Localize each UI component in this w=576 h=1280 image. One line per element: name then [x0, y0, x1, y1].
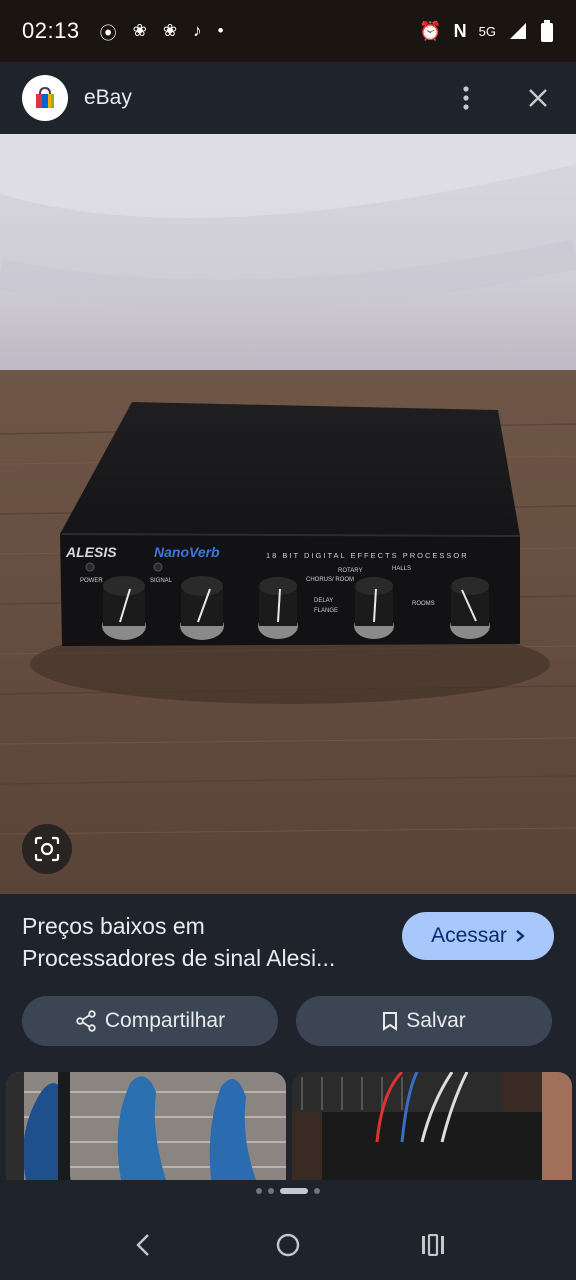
pinwheel-icon: ❀ — [162, 21, 178, 40]
notification-icons: ⦿ ❀ ❀ ♪ • — [100, 19, 224, 44]
app-header: eBay — [0, 62, 576, 134]
more-options-icon[interactable] — [450, 82, 482, 114]
bookmark-icon — [383, 1012, 398, 1031]
dot-icon: • — [217, 21, 224, 40]
battery-icon — [541, 20, 553, 42]
related-images — [0, 1070, 576, 1180]
product-image[interactable]: ALESIS NanoVerb 18 BIT DIGITAL EFFECTS P… — [0, 134, 576, 894]
tiktok-icon: ♪ — [193, 21, 202, 40]
device-model: NanoVerb — [154, 544, 220, 560]
label-halls: HALLS — [392, 566, 411, 572]
label-delay: DELAY — [314, 598, 333, 604]
visit-button[interactable]: Acessar — [402, 912, 554, 960]
carousel-pager — [0, 1188, 576, 1194]
related-image-device-cables[interactable] — [292, 1072, 572, 1180]
close-icon[interactable] — [522, 82, 554, 114]
system-icons: ⏰ N 5G — [419, 20, 554, 42]
record-icon: ⦿ — [99, 23, 117, 43]
ebay-logo-icon[interactable] — [22, 75, 68, 121]
label-power: POWER — [80, 578, 103, 584]
site-name: eBay — [84, 86, 132, 109]
share-icon — [76, 1010, 96, 1032]
label-chorus-room: CHORUS/ ROOM — [306, 577, 354, 583]
device-brand: ALESIS — [65, 544, 117, 560]
system-nav-bar — [0, 1210, 576, 1280]
chevron-right-icon — [516, 930, 525, 942]
alarm-icon: ⏰ — [419, 20, 442, 41]
lens-search-icon[interactable] — [22, 824, 72, 874]
title-line-2: Processadores de sinal Alesi... — [22, 945, 336, 971]
result-info: Preços baixos em Processadores de sinal … — [0, 894, 576, 1070]
save-label: Salvar — [406, 1009, 466, 1032]
pager-dot — [268, 1188, 274, 1194]
nfc-icon: N — [453, 20, 467, 41]
status-bar: 02:13 ⦿ ❀ ❀ ♪ • ⏰ N 5G — [0, 0, 576, 62]
home-icon[interactable] — [263, 1220, 313, 1270]
save-button[interactable]: Salvar — [296, 996, 552, 1046]
share-label: Compartilhar — [104, 1009, 226, 1032]
knob-5 — [450, 577, 490, 639]
device-subtitle: 18 BIT DIGITAL EFFECTS PROCESSOR — [266, 551, 469, 560]
recents-icon[interactable] — [408, 1220, 458, 1270]
share-button[interactable]: Compartilhar — [22, 996, 278, 1046]
pinwheel-icon: ❀ — [132, 21, 147, 40]
label-signal: SIGNAL — [150, 578, 173, 584]
knob-2 — [180, 576, 224, 640]
signal-icon — [510, 23, 526, 39]
related-image-guitars[interactable] — [6, 1072, 286, 1180]
pager-dot-active — [280, 1188, 308, 1194]
knob-3 — [258, 577, 298, 639]
result-title[interactable]: Preços baixos em Processadores de sinal … — [22, 910, 382, 974]
knob-4 — [354, 577, 394, 639]
pager-dot — [314, 1188, 320, 1194]
visit-label: Acessar — [431, 924, 507, 947]
label-flange: FLANGE — [314, 608, 338, 614]
title-line-1: Preços baixos em — [22, 913, 205, 939]
knob-1 — [102, 576, 146, 640]
network-type: 5G — [478, 23, 496, 39]
label-rooms: ROOMS — [412, 601, 435, 607]
status-time: 02:13 — [22, 18, 80, 43]
pager-dot — [256, 1188, 262, 1194]
label-rotary: ROTARY — [338, 568, 362, 574]
back-icon[interactable] — [118, 1220, 168, 1270]
